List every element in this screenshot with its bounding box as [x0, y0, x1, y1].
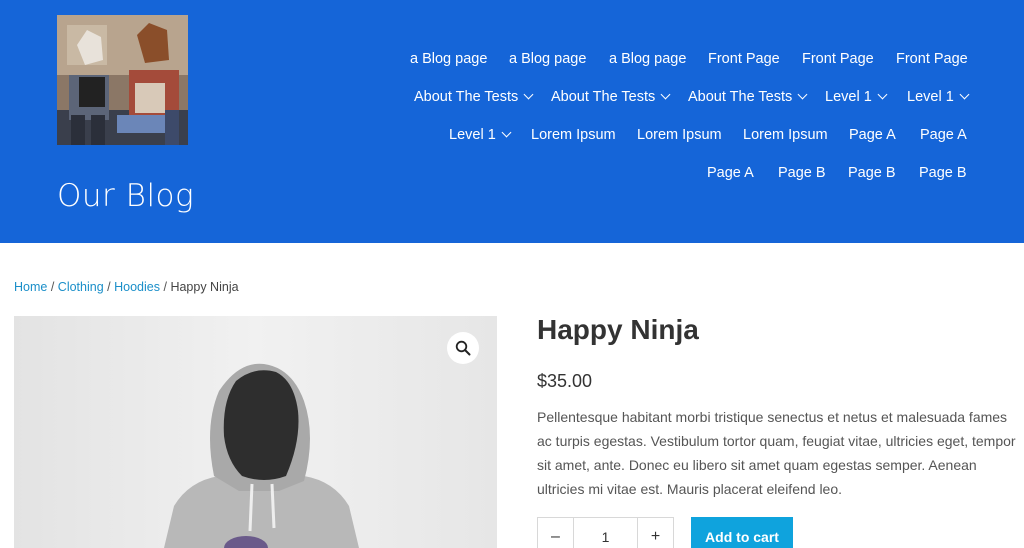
nav-row-2: About The Tests About The Tests About Th…	[0, 85, 1024, 109]
nav-row-3: Level 1 Lorem Ipsum Lorem Ipsum Lorem Ip…	[0, 123, 1024, 147]
chevron-down-icon	[959, 89, 970, 100]
nav-item-lorem-ipsum[interactable]: Lorem Ipsum	[637, 123, 722, 147]
nav-item-page-b[interactable]: Page B	[919, 161, 967, 185]
increase-quantity-button[interactable]: +	[637, 518, 673, 548]
nav-item-blog-page[interactable]: a Blog page	[509, 47, 586, 71]
nav-item-front-page[interactable]: Front Page	[708, 47, 780, 71]
nav-item-lorem-ipsum[interactable]: Lorem Ipsum	[531, 123, 616, 147]
nav-item-label: Level 1	[825, 89, 872, 105]
search-icon	[455, 340, 471, 356]
nav-item-blog-page[interactable]: a Blog page	[609, 47, 686, 71]
nav-item-page-a[interactable]: Page A	[920, 123, 967, 147]
breadcrumb-separator: /	[50, 280, 55, 294]
product-price: $35.00	[537, 371, 593, 391]
product-image	[14, 316, 497, 548]
breadcrumb-clothing-link[interactable]: Clothing	[58, 280, 104, 294]
nav-row-1: a Blog page a Blog page a Blog page Fron…	[0, 47, 1024, 71]
nav-item-about-the-tests[interactable]: About The Tests	[414, 85, 534, 109]
chevron-down-icon	[877, 89, 888, 100]
nav-item-about-the-tests[interactable]: About The Tests	[551, 85, 671, 109]
quantity-stepper: – +	[537, 517, 674, 548]
breadcrumb-hoodies-link[interactable]: Hoodies	[114, 280, 160, 294]
nav-item-page-b[interactable]: Page B	[778, 161, 826, 185]
nav-item-lorem-ipsum[interactable]: Lorem Ipsum	[743, 123, 828, 147]
decrease-quantity-button[interactable]: –	[538, 518, 574, 548]
nav-item-label: About The Tests	[551, 89, 656, 105]
nav-item-page-b[interactable]: Page B	[848, 161, 896, 185]
nav-item-front-page[interactable]: Front Page	[802, 47, 874, 71]
nav-item-level-1[interactable]: Level 1	[825, 85, 888, 109]
add-to-cart-button[interactable]: Add to cart	[691, 517, 793, 548]
chevron-down-icon	[523, 89, 534, 100]
nav-item-level-1[interactable]: Level 1	[907, 85, 970, 109]
product-gallery[interactable]	[14, 316, 497, 548]
nav-item-blog-page[interactable]: a Blog page	[410, 47, 487, 71]
nav-item-label: Level 1	[907, 89, 954, 105]
nav-item-level-1[interactable]: Level 1	[449, 123, 512, 147]
product-title: Happy Ninja	[537, 314, 699, 345]
nav-item-page-a[interactable]: Page A	[849, 123, 896, 147]
nav-item-label: About The Tests	[414, 89, 519, 105]
nav-item-page-a[interactable]: Page A	[707, 161, 754, 185]
chevron-down-icon	[501, 127, 512, 138]
breadcrumb-separator: /	[163, 280, 167, 294]
chevron-down-icon	[660, 89, 671, 100]
breadcrumb-current: Happy Ninja	[170, 280, 239, 294]
breadcrumb: Home / Clothing / Hoodies / Happy Ninja	[14, 280, 239, 294]
nav-item-about-the-tests[interactable]: About The Tests	[688, 85, 808, 109]
nav-item-label: Level 1	[449, 127, 496, 143]
nav-row-4: Page A Page B Page B Page B	[0, 161, 1024, 185]
quantity-input[interactable]	[574, 518, 637, 548]
zoom-button[interactable]	[447, 332, 479, 364]
site-header: Our Blog a Blog page a Blog page a Blog …	[0, 0, 1024, 243]
chevron-down-icon	[797, 89, 808, 100]
product-description: Pellentesque habitant morbi tristique se…	[537, 409, 1016, 497]
breadcrumb-separator: /	[107, 280, 111, 294]
nav-item-front-page[interactable]: Front Page	[896, 47, 968, 71]
breadcrumb-home-link[interactable]: Home	[14, 280, 47, 294]
nav-item-label: About The Tests	[688, 89, 793, 105]
